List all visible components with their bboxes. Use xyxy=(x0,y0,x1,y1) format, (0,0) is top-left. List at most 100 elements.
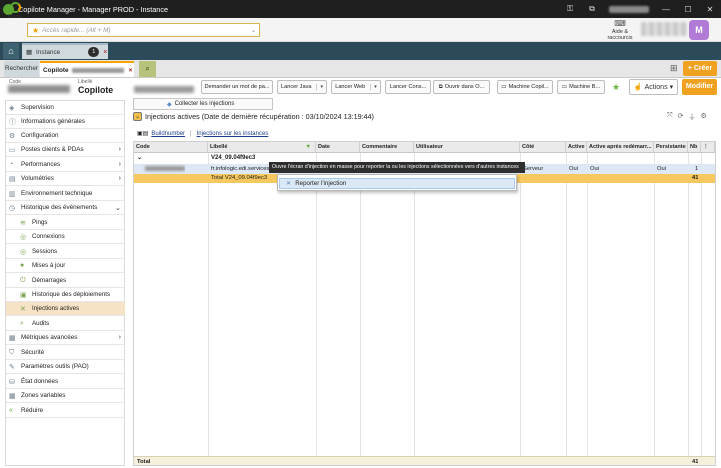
quick-access-placeholder: Accès rapide... (Alt + M) xyxy=(42,26,111,34)
filter-funnel-icon[interactable]: ▼ xyxy=(306,142,311,152)
close-tab-icon[interactable]: × xyxy=(129,67,133,74)
request-password-button[interactable]: Demander un mot de pa... xyxy=(201,80,273,94)
code-value-blurred xyxy=(8,85,70,93)
search-icon[interactable]: ⌕ xyxy=(139,61,156,77)
sidebar-item-label: Connexions xyxy=(32,233,65,240)
injections-on-instances-link[interactable]: Injections sur les instances xyxy=(197,131,269,137)
grid-line xyxy=(316,153,317,456)
sidebar-item-supervision[interactable]: ◈ Supervision xyxy=(6,101,125,115)
help-button[interactable]: ⌨ Aide & raccourcis xyxy=(602,19,638,41)
grid-line xyxy=(566,153,567,456)
sidebar-item-historique-evenements[interactable]: ◷ Historique des événements ⌄ xyxy=(6,201,125,215)
zones-icon: ▦ xyxy=(9,392,16,400)
settings-icon[interactable]: ⚙ xyxy=(700,112,706,122)
startup-icon: ⏻ xyxy=(20,276,26,284)
home-icon[interactable]: ⌂ xyxy=(3,43,19,59)
grid-line xyxy=(587,153,588,456)
monitor-icon: ▭ xyxy=(9,146,16,154)
tab-instance[interactable]: ▦ Instance 1 × xyxy=(22,43,108,59)
actions-menu-button[interactable]: ☝ Actions ▾ xyxy=(629,79,678,95)
tab-rechercher[interactable]: Rechercher xyxy=(4,61,39,77)
launch-java-label: Lancer Java xyxy=(281,84,312,90)
chevron-down-icon[interactable]: ⌄ xyxy=(251,27,259,34)
chevron-down-icon: ⌄ xyxy=(115,204,121,212)
sidebar-item-audits[interactable]: ⌕ Audits xyxy=(6,317,125,331)
launch-web-button[interactable]: Lancer Web ▾ xyxy=(331,80,381,94)
report-injection-menu-item[interactable]: ✕ Reporter l'injection xyxy=(279,178,515,189)
group-by-buildnumber-link[interactable]: Buildnumber xyxy=(151,131,185,137)
refresh-icon[interactable]: ⟳ xyxy=(678,112,684,122)
sidebar-item-label: Sécurité xyxy=(21,349,45,356)
sidebar-item-injections-actives[interactable]: ✕ Injections actives xyxy=(6,302,125,316)
sidebar-item-sessions[interactable]: ◎ Sessions xyxy=(6,245,125,259)
sidebar-item-parametres-outils[interactable]: ✎ Paramètres outils (PAO) xyxy=(6,360,125,374)
expand-group-icon[interactable]: ⌄ xyxy=(134,153,142,164)
open-in-label: Ouvrir dans O... xyxy=(444,84,485,90)
sidebar-item-historique-deploiements[interactable]: ▣ Historique des déploiements xyxy=(6,288,125,302)
sidebar-item-connexions[interactable]: ◎ Connexions xyxy=(6,230,125,244)
machine-copilote-button[interactable]: ▭ Machine Copil... xyxy=(497,80,553,94)
sidebar-item-performances[interactable]: ◔ Performances › xyxy=(6,158,125,172)
launch-console-button[interactable]: Lancer Cons... xyxy=(385,80,431,94)
sidebar-item-volumetries[interactable]: ▤ Volumétries › xyxy=(6,172,125,186)
menu-button[interactable]: Menu xyxy=(3,1,27,23)
column-header-active[interactable]: Active xyxy=(566,142,587,153)
column-header-date[interactable]: Date xyxy=(316,142,360,153)
sidebar-item-metriques-avancees[interactable]: ▦ Métriques avancées › xyxy=(6,331,125,345)
close-tab-icon[interactable]: × xyxy=(103,49,107,56)
sidebar-item-label: Informations générales xyxy=(21,118,86,125)
sidebar-item-label: Zones variables xyxy=(21,392,66,399)
column-header-persistante[interactable]: Persistante xyxy=(654,142,688,153)
footer-total-label: Total xyxy=(137,459,151,465)
collect-icon: ◆ xyxy=(167,101,172,108)
sidebar-item-zones-variables[interactable]: ▦ Zones variables xyxy=(6,389,125,403)
column-header-commentaire[interactable]: Commentaire xyxy=(360,142,414,153)
column-header-libelle-label: Libellé xyxy=(210,144,228,150)
sidebar-item-informations-generales[interactable]: ⓘ Informations générales xyxy=(6,115,125,129)
sidebar-item-mises-a-jour[interactable]: ● Mises à jour xyxy=(6,259,125,273)
sidebar-item-reduire[interactable]: « Réduire xyxy=(6,404,125,418)
chevron-down-icon[interactable]: ▾ xyxy=(370,84,377,90)
sidebar-item-pings[interactable]: ≋ Pings xyxy=(6,216,125,230)
column-header-utilisateur[interactable]: Utilisateur xyxy=(414,142,520,153)
chevron-down-icon: ▾ xyxy=(669,84,674,91)
favorite-star-icon[interactable]: ★ xyxy=(610,81,622,93)
sidebar-item-configuration[interactable]: ⚙ Configuration xyxy=(6,129,125,143)
collect-injections-button[interactable]: ◆ Collecter les injections xyxy=(133,98,273,110)
minimize-icon[interactable]: — xyxy=(655,5,677,14)
sidebar-item-etat-donnees[interactable]: ⛁ État données xyxy=(6,375,125,389)
machine-b-button[interactable]: ▭ Machine B... xyxy=(557,80,605,94)
maximize-icon[interactable]: ☐ xyxy=(677,5,699,14)
sidebar-item-postes-clients[interactable]: ▭ Postes clients & PDAs › xyxy=(6,143,125,157)
close-window-icon[interactable]: ✕ xyxy=(699,5,721,14)
machine-icon: ▭ xyxy=(561,84,568,90)
launch-java-button[interactable]: Lancer Java ▾ xyxy=(277,80,327,94)
launch-console-label: Lancer Cons... xyxy=(389,84,427,90)
column-header-libelle[interactable]: Libellé ▼ xyxy=(208,142,316,153)
modify-button[interactable]: Modifier xyxy=(682,79,717,95)
expand-icon[interactable]: ⤧ xyxy=(667,112,673,122)
total-group-label: Total V24_09.04f9ec3 xyxy=(211,175,268,181)
chart-icon: ▤ xyxy=(9,175,16,183)
column-header-active-apres-redemarrage[interactable]: Active après redémarr... xyxy=(587,142,654,153)
sidebar-item-demarrages[interactable]: ⏻ Démarrages xyxy=(6,274,125,288)
avatar[interactable]: M xyxy=(689,20,709,40)
sidebar-item-environnement-technique[interactable]: ▥ Environnement technique xyxy=(6,187,125,201)
new-window-icon[interactable]: ⊞ xyxy=(670,63,680,73)
quick-access-field[interactable]: ★ Accès rapide... (Alt + M) ⌄ xyxy=(27,23,260,37)
create-button[interactable]: + Créer xyxy=(683,61,717,76)
context-menu: ✕ Reporter l'injection xyxy=(277,174,517,191)
extension-icon[interactable]: ⧉ xyxy=(581,4,603,14)
data-icon: ⛁ xyxy=(9,378,15,386)
key-icon[interactable]: ⚿ xyxy=(559,4,581,14)
collapse-section-icon[interactable]: ⌄ xyxy=(133,112,142,121)
column-header-nb[interactable]: Nb xyxy=(688,142,701,153)
filter-icon[interactable]: ⏚ xyxy=(688,112,695,122)
chevron-down-icon[interactable]: ▾ xyxy=(316,84,323,90)
column-menu-icon[interactable]: ⋮ xyxy=(701,142,715,153)
open-in-button[interactable]: ⧉ Ouvrir dans O... xyxy=(433,80,490,94)
sidebar-item-securite[interactable]: ⛉ Sécurité xyxy=(6,346,125,360)
column-header-cote[interactable]: Côté xyxy=(520,142,566,153)
tab-copilote[interactable]: Copilote × xyxy=(40,61,134,77)
column-header-code[interactable]: Code xyxy=(134,142,208,153)
